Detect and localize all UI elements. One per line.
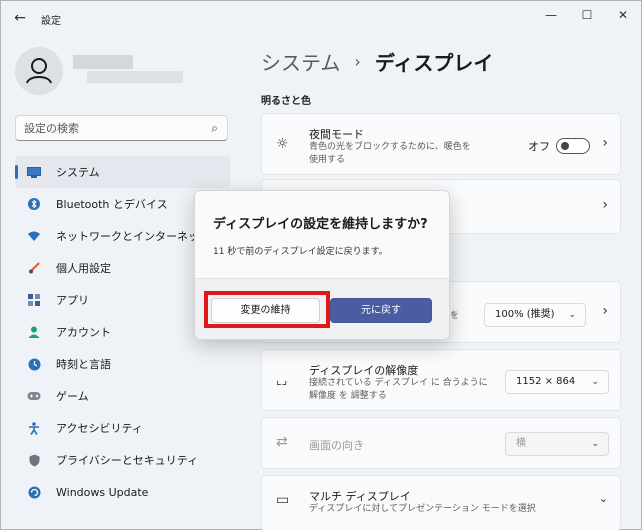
dialog-title: ディスプレイの設定を維持しますか? — [213, 217, 428, 232]
wifi-icon — [27, 229, 41, 243]
orientation-card: ⇄ 画面の向き 横 ⌄ — [261, 417, 621, 469]
chevron-down-icon: ⌄ — [591, 439, 599, 449]
update-icon — [27, 485, 41, 499]
breadcrumb: システム › ディスプレイ — [261, 47, 493, 76]
person-icon — [26, 58, 52, 84]
search-icon[interactable]: ⌕ — [211, 121, 218, 136]
sidebar-item-label: ゲーム — [56, 390, 89, 403]
back-button[interactable]: ← — [11, 10, 29, 26]
sidebar-item-label: 時刻と言語 — [56, 358, 111, 371]
minimize-button[interactable]: — — [533, 5, 569, 25]
highlight-box — [204, 291, 330, 328]
card-title: 画面の向き — [309, 439, 364, 452]
chevron-down-icon: ⌄ — [591, 377, 599, 387]
avatar[interactable] — [15, 47, 63, 95]
title-bar: ← 設定 — ☐ ✕ — [1, 1, 641, 35]
globe-clock-icon — [27, 357, 41, 371]
resolution-dropdown[interactable]: 1152 × 864 ⌄ — [505, 370, 609, 394]
multi-monitor-icon: ▭ — [276, 492, 290, 508]
shield-icon — [27, 453, 41, 467]
sidebar-item-system[interactable]: システム — [15, 156, 230, 188]
dialog-message: 11 秒で前のディスプレイ設定に戻ります。 — [213, 247, 388, 257]
sidebar-item-privacy[interactable]: プライバシーとセキュリティ — [15, 444, 230, 476]
toggle-knob — [561, 142, 569, 150]
night-light-toggle[interactable] — [556, 138, 590, 154]
sidebar-item-label: プライバシーとセキュリティ — [56, 454, 199, 467]
dropdown-value: 横 — [516, 438, 526, 449]
resolution-icon: ⌞⌟ — [276, 373, 288, 387]
chevron-right-icon[interactable]: › — [602, 197, 608, 213]
toggle-state-label: オフ — [528, 140, 550, 153]
chevron-down-icon[interactable]: ⌄ — [599, 492, 608, 505]
monitor-icon — [27, 165, 41, 179]
search-input[interactable]: 設定の検索 — [24, 120, 79, 136]
resolution-card[interactable]: ⌞⌟ ディスプレイの解像度 接続されている ディスプレイ に 合うように 解像度… — [261, 349, 621, 411]
card-description: を — [450, 311, 460, 321]
blurred-user-name — [73, 55, 133, 69]
chevron-right-icon[interactable]: › — [602, 303, 608, 319]
gamepad-icon — [27, 389, 41, 403]
page-title: ディスプレイ — [374, 51, 494, 75]
breadcrumb-separator: › — [354, 52, 361, 71]
blurred-user-email — [87, 71, 183, 83]
sidebar-item-label: Bluetooth とデバイス — [56, 198, 168, 211]
sidebar-item-windows-update[interactable]: Windows Update — [15, 476, 230, 508]
chevron-right-icon[interactable]: › — [602, 135, 608, 151]
sidebar-item-accessibility[interactable]: アクセシビリティ — [15, 412, 230, 444]
dropdown-value: 100% (推奨) — [495, 309, 555, 320]
bluetooth-icon — [27, 197, 41, 211]
settings-window: ← 設定 — ☐ ✕ 設定の検索 ⌕ システム Bluetooth とデバイス — [0, 0, 642, 530]
sidebar-item-time-language[interactable]: 時刻と言語 — [15, 348, 230, 380]
scale-dropdown[interactable]: 100% (推奨) ⌄ — [484, 303, 586, 327]
sidebar-item-label: システム — [56, 166, 100, 179]
multi-display-card[interactable]: ▭ マルチ ディスプレイ ディスプレイに対してプレゼンテーション モードを選択 … — [261, 475, 621, 530]
dropdown-value: 1152 × 864 — [516, 376, 576, 387]
card-title: マルチ ディスプレイ — [309, 490, 411, 503]
app-title: 設定 — [41, 16, 61, 27]
maximize-button[interactable]: ☐ — [569, 5, 605, 25]
card-title: ディスプレイの解像度 — [309, 364, 419, 377]
close-button[interactable]: ✕ — [605, 5, 641, 25]
sidebar-item-label: ネットワークとインターネット — [56, 230, 210, 243]
card-title: 夜間モード — [309, 128, 364, 141]
chevron-down-icon: ⌄ — [568, 310, 576, 320]
section-title: 明るさと色 — [261, 96, 311, 107]
sidebar-item-label: アプリ — [56, 294, 89, 307]
sidebar-item-label: アカウント — [56, 326, 111, 339]
card-description: ディスプレイに対してプレゼンテーション モードを選択 — [309, 504, 536, 514]
card-description: 青色の光をブロックするために、暖色を使用する — [309, 142, 471, 165]
sidebar-item-gaming[interactable]: ゲーム — [15, 380, 230, 412]
sidebar-item-label: Windows Update — [56, 485, 149, 499]
search-box[interactable]: 設定の検索 ⌕ — [15, 115, 228, 141]
orientation-icon: ⇄ — [276, 434, 288, 450]
brush-icon — [27, 261, 41, 275]
sun-moon-icon: ☼ — [276, 136, 289, 152]
person-icon — [27, 325, 41, 339]
sidebar-item-label: アクセシビリティ — [56, 422, 143, 435]
orientation-dropdown: 横 ⌄ — [505, 432, 609, 456]
breadcrumb-parent[interactable]: システム — [261, 47, 340, 76]
card-description: 接続されている ディスプレイ に 合うように 解像度 を 調整する — [309, 378, 488, 401]
revert-button[interactable]: 元に戻す — [330, 298, 432, 323]
apps-icon — [27, 293, 41, 307]
sidebar-item-label: 個人用設定 — [56, 262, 111, 275]
night-light-card[interactable]: ☼ 夜間モード 青色の光をブロックするために、暖色を使用する オフ › — [261, 113, 621, 175]
accessibility-icon — [27, 421, 41, 435]
